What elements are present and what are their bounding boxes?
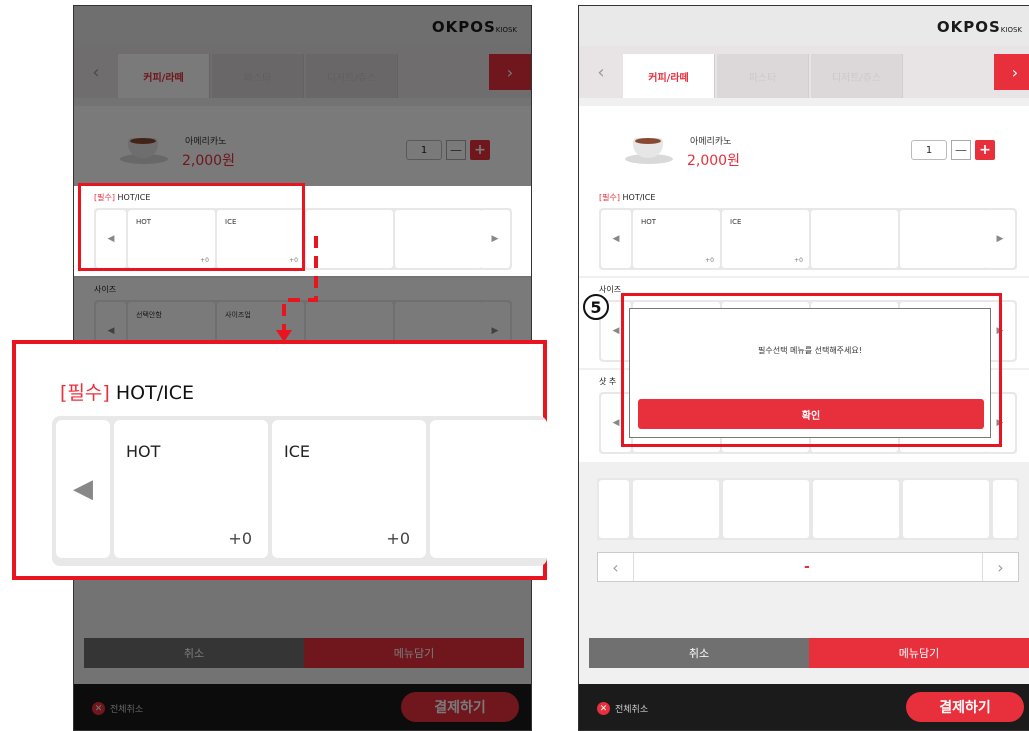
- header: OKPOSKIOSK: [74, 6, 531, 46]
- pay-button[interactable]: 결제하기: [401, 692, 519, 722]
- bottom-buttons: 취소 메뉴담기: [589, 638, 1029, 668]
- category-tabs: ‹ 커피/라떼 파스타 디저트/쥬스 ›: [74, 46, 531, 98]
- header: OKPOSKIOSK: [579, 6, 1029, 46]
- grid-cell: [993, 480, 1017, 538]
- coffee-cup-image: [120, 136, 168, 166]
- tab-coffee[interactable]: 커피/라떼: [623, 54, 715, 98]
- add-menu-button[interactable]: 메뉴담기: [304, 638, 524, 668]
- option-card-empty: [811, 210, 898, 268]
- clear-all-button[interactable]: 전체취소: [615, 702, 648, 715]
- grid-cell: [633, 480, 719, 538]
- minus-button[interactable]: —: [951, 140, 971, 160]
- tab-next-icon[interactable]: ›: [994, 54, 1029, 90]
- grid-cell: [903, 480, 989, 538]
- option-card-ice[interactable]: ICE +0: [272, 420, 426, 558]
- connector-arrow: [276, 236, 318, 342]
- option-hotice: [필수] HOT/ICE ◀ HOT +0 ICE +0 ▶: [579, 186, 1029, 276]
- clear-all-button[interactable]: 전체취소: [110, 702, 143, 715]
- option-card-hot[interactable]: HOT +0: [633, 210, 720, 268]
- grid-cell: [813, 480, 899, 538]
- tab-pasta[interactable]: 파스타: [212, 54, 304, 98]
- selected-item: 아메리카노 2,000원 1 — +: [74, 106, 531, 186]
- pay-button[interactable]: 결제하기: [906, 692, 1024, 722]
- plus-button[interactable]: +: [470, 140, 490, 160]
- pager: ‹ - ›: [597, 552, 1019, 582]
- category-tabs: ‹ 커피/라떼 파스타 디저트/쥬스 ›: [579, 46, 1029, 98]
- grid-cell: [599, 480, 629, 538]
- step-number-badge: 5: [583, 294, 609, 320]
- coffee-cup-image: [625, 136, 673, 166]
- zoom-panel: [필수] HOT/ICE ◀ HOT +0 ICE +0: [12, 340, 547, 580]
- option-card-empty: [900, 210, 987, 268]
- option-title: 샷 추: [599, 377, 617, 386]
- option-title: [필수] HOT/ICE: [599, 193, 656, 202]
- footer: ✕ 전체취소 결제하기: [579, 684, 1029, 730]
- cancel-button[interactable]: 취소: [589, 638, 809, 668]
- option-card-empty: [430, 420, 547, 558]
- prev-icon[interactable]: ◀: [56, 420, 110, 558]
- item-name: 아메리카노: [185, 137, 227, 147]
- zoom-title: [필수] HOT/ICE: [60, 382, 194, 404]
- next-icon[interactable]: ▶: [480, 210, 510, 268]
- tab-pasta[interactable]: 파스타: [717, 54, 809, 98]
- highlight-box: [621, 293, 1002, 447]
- prev-icon[interactable]: ◀: [601, 210, 631, 268]
- cancel-button[interactable]: 취소: [84, 638, 304, 668]
- item-price: 2,000원: [182, 153, 235, 169]
- close-icon[interactable]: ✕: [597, 702, 610, 715]
- item-price: 2,000원: [687, 153, 740, 169]
- add-menu-button[interactable]: 메뉴담기: [809, 638, 1029, 668]
- item-name: 아메리카노: [690, 137, 732, 147]
- option-card-hot[interactable]: HOT +0: [114, 420, 268, 558]
- bottom-buttons: 취소 메뉴담기: [84, 638, 524, 668]
- option-title: 사이즈: [94, 285, 117, 294]
- footer: ✕ 전체취소 결제하기: [74, 684, 531, 730]
- quantity-field[interactable]: 1: [911, 140, 947, 160]
- option-row: ◀ HOT +0 ICE +0 ▶: [599, 208, 1017, 270]
- grid-cell: [723, 480, 809, 538]
- tab-next-icon[interactable]: ›: [489, 54, 531, 90]
- zoom-option-row: ◀ HOT +0 ICE +0: [52, 416, 547, 566]
- tab-coffee[interactable]: 커피/라떼: [118, 54, 210, 98]
- option-card-empty: [395, 210, 482, 268]
- okpos-logo: OKPOSKIOSK: [431, 18, 517, 36]
- pager-next-icon[interactable]: ›: [982, 553, 1018, 581]
- option-card-ice[interactable]: ICE +0: [722, 210, 809, 268]
- menu-grid: [597, 478, 1019, 540]
- selected-item: 아메리카노 2,000원 1 — +: [579, 106, 1029, 186]
- pager-prev-icon[interactable]: ‹: [598, 553, 634, 581]
- tab-prev-icon[interactable]: ‹: [74, 54, 118, 90]
- page-indicator: -: [804, 559, 810, 575]
- tab-dessert[interactable]: 디저트/쥬스: [811, 54, 903, 98]
- close-icon[interactable]: ✕: [92, 702, 105, 715]
- quantity-field[interactable]: 1: [406, 140, 442, 160]
- next-icon[interactable]: ▶: [985, 210, 1015, 268]
- okpos-logo: OKPOSKIOSK: [936, 18, 1022, 36]
- tab-dessert[interactable]: 디저트/쥬스: [306, 54, 398, 98]
- minus-button[interactable]: —: [446, 140, 466, 160]
- tab-prev-icon[interactable]: ‹: [579, 54, 623, 90]
- option-title: 사이즈: [599, 285, 622, 294]
- plus-button[interactable]: +: [975, 140, 995, 160]
